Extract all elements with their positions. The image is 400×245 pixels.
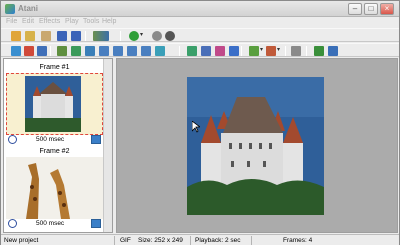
- menu-bar: File Edit Effects Play Tools Help: [1, 17, 399, 28]
- maximize-button[interactable]: □: [364, 3, 378, 15]
- add-frame-icon[interactable]: [11, 46, 21, 56]
- menu-edit[interactable]: Edit: [22, 18, 34, 25]
- frame-thumbnail[interactable]: [6, 73, 103, 135]
- frame-card-1[interactable]: Frame #1 500 msec: [6, 63, 103, 146]
- toolbar-separator: [120, 31, 121, 41]
- duplicate-frame-icon[interactable]: [37, 46, 47, 56]
- menu-file[interactable]: File: [6, 18, 17, 25]
- status-size: Size: 252 x 249: [138, 237, 183, 244]
- stop-icon[interactable]: [165, 31, 175, 41]
- app-logo-icon: [5, 4, 15, 14]
- toolbar-separator: [285, 46, 286, 56]
- title-bar: Atani – □ ×: [1, 1, 399, 17]
- giraffes-thumbnail-image: [6, 157, 103, 219]
- main-toolbar: ▾: [1, 28, 399, 42]
- clock-icon[interactable]: [8, 135, 17, 144]
- effects-dropdown-icon[interactable]: ▾: [260, 46, 263, 53]
- status-frames: Frames: 4: [283, 237, 313, 244]
- menu-play[interactable]: Play: [65, 18, 79, 25]
- first-frame-icon[interactable]: [99, 46, 109, 56]
- frame-duration[interactable]: 500 msec: [36, 136, 64, 143]
- toolbar-separator: [179, 46, 180, 56]
- toolbar-separator: [85, 31, 86, 41]
- frame-label: Frame #1: [39, 64, 70, 71]
- status-divider: [114, 236, 115, 245]
- resize-icon[interactable]: [187, 46, 197, 56]
- preview-canvas[interactable]: [116, 58, 398, 233]
- clock-icon[interactable]: [8, 219, 17, 228]
- frame-toolbar: ▾ ▾: [1, 43, 399, 57]
- previous-frame-icon[interactable]: [113, 46, 123, 56]
- toolbar-separator: [306, 46, 307, 56]
- adjust-dropdown-icon[interactable]: ▾: [277, 46, 280, 53]
- play-icon[interactable]: [129, 31, 139, 41]
- frames-scrollbar[interactable]: [103, 59, 112, 232]
- app-window: Atani – □ × File Edit Effects Play Tools…: [0, 0, 400, 245]
- next-frame-icon[interactable]: [127, 46, 137, 56]
- frame-label: Frame #2: [39, 148, 70, 155]
- copy-frames-icon[interactable]: [328, 46, 338, 56]
- preview-image: [187, 77, 324, 215]
- pause-icon[interactable]: [152, 31, 162, 41]
- play-dropdown-icon[interactable]: ▾: [140, 31, 143, 38]
- app-title: Atani: [18, 4, 38, 13]
- frame-properties-icon[interactable]: [155, 46, 165, 56]
- save-icon[interactable]: [57, 31, 67, 41]
- status-message: New project: [4, 237, 39, 244]
- save-frames-icon[interactable]: [314, 46, 324, 56]
- menu-tools[interactable]: Tools: [83, 18, 99, 25]
- adjust-colors-icon[interactable]: [266, 46, 276, 56]
- menu-effects[interactable]: Effects: [39, 18, 60, 25]
- status-format: GIF: [120, 237, 131, 244]
- menu-help[interactable]: Help: [102, 18, 116, 25]
- move-up-icon[interactable]: [71, 46, 81, 56]
- status-playback: Playback: 2 sec: [195, 237, 241, 244]
- toolbar-separator: [241, 46, 242, 56]
- delete-frame-icon[interactable]: [24, 46, 34, 56]
- flip-icon[interactable]: [229, 46, 239, 56]
- close-button[interactable]: ×: [380, 3, 394, 15]
- frame-properties-icon[interactable]: [91, 219, 101, 228]
- last-frame-icon[interactable]: [141, 46, 151, 56]
- export-images-icon[interactable]: [93, 31, 109, 41]
- save-as-icon[interactable]: [71, 31, 81, 41]
- frame-duration[interactable]: 500 msec: [36, 220, 64, 227]
- status-bar: New project GIF Size: 252 x 249 Playback…: [1, 234, 399, 245]
- mouse-cursor-icon: [192, 121, 200, 133]
- import-icon[interactable]: [41, 31, 51, 41]
- frame-thumbnail[interactable]: [6, 157, 103, 219]
- crop-icon[interactable]: [201, 46, 211, 56]
- new-project-icon[interactable]: [11, 31, 21, 41]
- effects-icon[interactable]: [249, 46, 259, 56]
- toolbar-separator: [50, 46, 51, 56]
- frames-panel[interactable]: Frame #1 500 msec Frame #2 500 msec: [3, 58, 113, 233]
- status-divider: [251, 236, 252, 245]
- castle-thumbnail-image: [25, 76, 81, 132]
- minimize-button[interactable]: –: [348, 3, 362, 15]
- move-frame-icon[interactable]: [57, 46, 67, 56]
- settings-icon[interactable]: [291, 46, 301, 56]
- open-icon[interactable]: [25, 31, 35, 41]
- move-down-icon[interactable]: [85, 46, 95, 56]
- frame-footer: 500 msec: [6, 219, 103, 229]
- frame-properties-icon[interactable]: [91, 135, 101, 144]
- rotate-icon[interactable]: [215, 46, 225, 56]
- frame-card-2[interactable]: Frame #2 500 msec: [6, 147, 103, 230]
- status-divider: [190, 236, 191, 245]
- frame-footer: 500 msec: [6, 135, 103, 145]
